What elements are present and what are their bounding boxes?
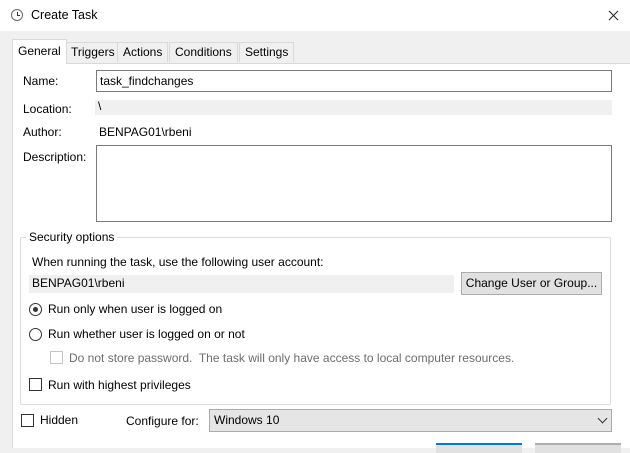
no-store-password-label: Do not store password. The task will onl… (69, 351, 515, 365)
hidden-checkbox[interactable] (21, 414, 34, 427)
configure-for-label: Configure for: (126, 414, 199, 428)
clock-icon (11, 9, 23, 21)
no-store-password-checkbox[interactable] (50, 351, 63, 364)
configure-for-value: Windows 10 (214, 413, 280, 427)
security-options-title: Security options (26, 230, 118, 244)
tab-actions[interactable]: Actions (117, 42, 169, 62)
chevron-down-icon (597, 413, 608, 424)
author-value: BENPAG01\rbeni (99, 125, 192, 139)
author-label: Author: (23, 125, 62, 139)
radio-whether-logged-on[interactable] (29, 328, 42, 341)
title-bar: Create Task (0, 0, 630, 31)
highest-privileges-checkbox[interactable] (29, 378, 42, 391)
name-label: Name: (23, 74, 59, 88)
radio-logged-on-label[interactable]: Run only when user is logged on (48, 302, 222, 316)
radio-whether-logged-on-label[interactable]: Run whether user is logged on or not (48, 327, 245, 341)
location-label: Location: (23, 102, 72, 116)
tab-general[interactable]: General (12, 39, 67, 64)
tab-triggers[interactable]: Triggers (65, 42, 121, 62)
hidden-label[interactable]: Hidden (40, 413, 78, 427)
description-textarea[interactable] (96, 145, 612, 222)
description-label: Description: (23, 150, 87, 164)
tab-conditions[interactable]: Conditions (169, 42, 238, 62)
radio-logged-on[interactable] (29, 303, 42, 316)
tab-settings[interactable]: Settings (239, 42, 295, 62)
name-input[interactable] (96, 70, 612, 92)
window-title: Create Task (31, 8, 98, 22)
highest-privileges-label[interactable]: Run with highest privileges (48, 378, 191, 392)
change-user-button[interactable]: Change User or Group... (461, 272, 602, 295)
configure-for-select[interactable]: Windows 10 (209, 409, 612, 432)
user-account-value: BENPAG01\rbeni (29, 275, 454, 293)
location-value: \ (95, 100, 612, 115)
close-icon[interactable] (598, 0, 630, 31)
ok-button[interactable] (436, 443, 522, 453)
cancel-button[interactable] (535, 443, 621, 453)
account-prompt: When running the task, use the following… (32, 255, 324, 269)
